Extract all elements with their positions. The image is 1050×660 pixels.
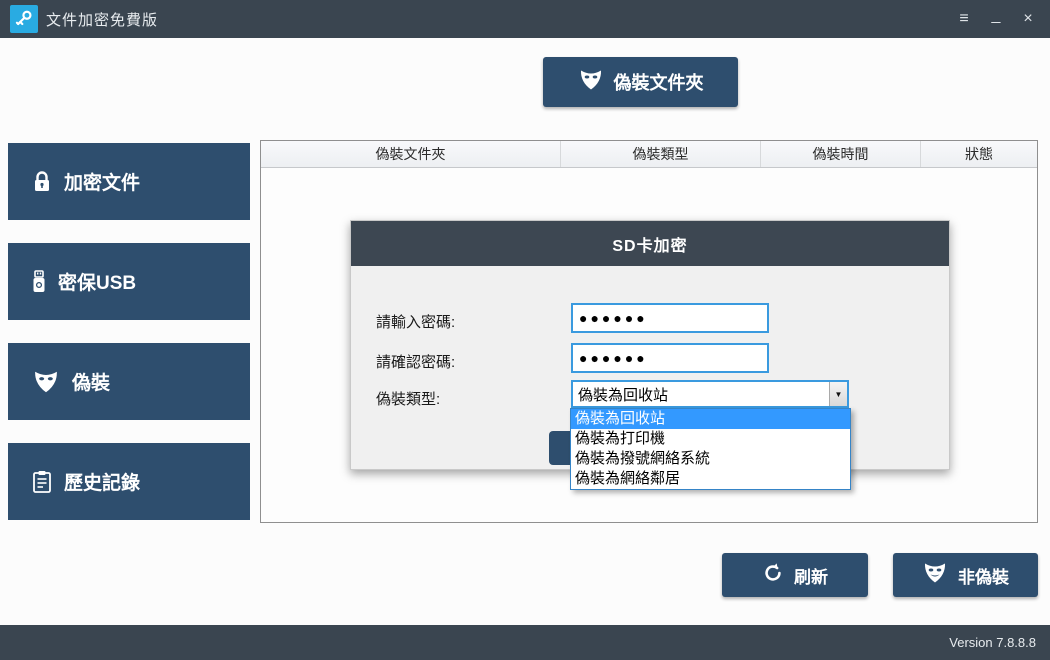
dropdown-option-printer[interactable]: 偽裝為打印機 (571, 429, 850, 449)
undisguise-button[interactable]: 非偽裝 (893, 553, 1038, 597)
sidebar-item-history[interactable]: 歷史記錄 (8, 443, 250, 520)
sidebar-item-encrypt-files[interactable]: 加密文件 (8, 143, 250, 220)
disguise-folder-button[interactable]: 偽裝文件夾 (543, 57, 738, 107)
refresh-icon (762, 562, 784, 589)
password-label: 請輸入密碼: (376, 311, 455, 332)
statusbar: Version 7.8.8.8 (0, 625, 1050, 660)
column-header-time[interactable]: 偽裝時間 (761, 141, 921, 167)
column-header-folder[interactable]: 偽裝文件夾 (261, 141, 561, 167)
chevron-down-icon[interactable]: ▼ (829, 382, 847, 406)
mask-icon (922, 561, 948, 590)
sidebar-item-label: 偽裝 (72, 368, 110, 395)
sidebar-item-disguise[interactable]: 偽裝 (8, 343, 250, 420)
sidebar-item-usb[interactable]: 密保USB (8, 243, 250, 320)
mask-icon (578, 68, 604, 97)
sidebar-item-label: 歷史記錄 (64, 468, 140, 495)
history-icon (32, 470, 52, 494)
disguise-folder-label: 偽裝文件夾 (614, 69, 704, 95)
version-label: Version 7.8.8.8 (949, 635, 1036, 650)
combobox-value: 偽裝為回收站 (573, 384, 829, 405)
disguise-type-label: 偽裝類型: (376, 388, 440, 409)
minimize-icon[interactable]: _ (982, 5, 1010, 33)
mask-icon (32, 369, 60, 395)
confirm-password-label: 請確認密碼: (376, 351, 455, 372)
refresh-button[interactable]: 刷新 (722, 553, 868, 597)
confirm-password-input[interactable] (571, 343, 769, 373)
dropdown-option-recycle-bin[interactable]: 偽裝為回收站 (571, 409, 850, 429)
password-input[interactable] (571, 303, 769, 333)
app-key-icon (10, 5, 38, 33)
dropdown-option-dialup[interactable]: 偽裝為撥號網絡系統 (571, 449, 850, 469)
usb-icon (32, 270, 46, 294)
app-title: 文件加密免費版 (46, 9, 158, 30)
refresh-label: 刷新 (794, 563, 828, 588)
disguise-type-dropdown: 偽裝為回收站 偽裝為打印機 偽裝為撥號網絡系統 偽裝為網絡鄰居 (570, 408, 851, 490)
undisguise-label: 非偽裝 (958, 563, 1009, 588)
menu-icon[interactable]: ≡ (950, 5, 978, 33)
dialog-title: SD卡加密 (351, 221, 949, 266)
disguise-type-combobox[interactable]: 偽裝為回收站 ▼ (571, 380, 849, 408)
titlebar: 文件加密免費版 ≡ _ × (0, 0, 1050, 38)
table-header-row: 偽裝文件夾 偽裝類型 偽裝時間 狀態 (261, 141, 1037, 168)
column-header-type[interactable]: 偽裝類型 (561, 141, 761, 167)
dropdown-option-network[interactable]: 偽裝為網絡鄰居 (571, 469, 850, 489)
sidebar-item-label: 密保USB (58, 268, 136, 295)
sidebar-item-label: 加密文件 (64, 168, 140, 195)
column-header-status[interactable]: 狀態 (921, 141, 1037, 167)
close-icon[interactable]: × (1014, 5, 1042, 33)
lock-icon (32, 171, 52, 193)
